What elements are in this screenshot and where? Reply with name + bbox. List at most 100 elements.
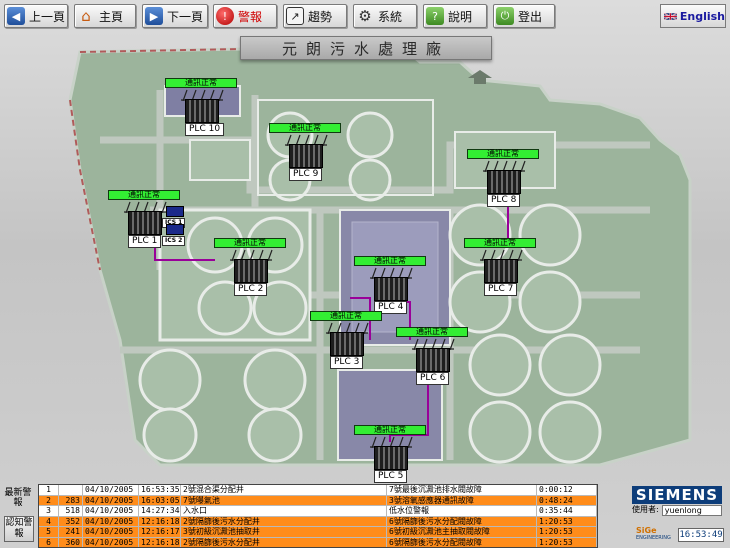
alarm-cell-desc: 低水位警報 <box>387 506 537 516</box>
plc-label-plc1: PLC 1 <box>128 235 162 248</box>
user-label: 使用者: <box>632 505 659 514</box>
alarm-cell-duration: 0:00:12 <box>537 485 597 495</box>
help-button[interactable]: ? 說明 <box>423 4 487 28</box>
alarm-row[interactable]: 1 04/10/2005 16:53:35 2號混合渠分配井 7號最後沉澱池排水閥故障 0… <box>39 485 597 496</box>
alarm-cell-location: 2號隔篩後污水分配井 <box>181 516 387 526</box>
plc-node-plc9[interactable]: 通訊正常 PLC 9 <box>269 123 349 183</box>
plc-label-plc5: PLC 5 <box>374 470 408 483</box>
alarm-cell-idx: 2 <box>39 495 59 505</box>
system-button[interactable]: ⚙ 系統 <box>353 4 417 28</box>
alarm-cell-date: 04/10/2005 <box>83 537 139 547</box>
alarm-list: 1 04/10/2005 16:53:35 2號混合渠分配井 7號最後沉澱池排水閥故障 0… <box>38 484 598 548</box>
alarm-cell-location: 入水口 <box>181 506 387 516</box>
plc-rack-icon <box>289 144 323 168</box>
alarm-cell-desc: 6號隔篩後污水分配閥故障 <box>387 516 537 526</box>
user-panel: 使用者: yuenlong <box>632 505 722 516</box>
plc-label-plc9: PLC 9 <box>289 168 323 181</box>
alarm-cell-code: 241 <box>59 527 83 537</box>
plc-node-plc3[interactable]: 通訊正常 PLC 3 <box>310 311 390 371</box>
alarm-cell-time: 16:03:05 <box>141 495 181 505</box>
alarm-row[interactable]: 3 518 04/10/2005 14:27:34 入水口 低水位警報 0:35:44 <box>39 506 597 517</box>
alarm-row[interactable]: 5 241 04/10/2005 12:16:17 3號初級沉澱池抽取井 6號初級沉澱池主… <box>39 527 597 538</box>
alarm-cell-desc: 3號溶氧感應器通訊故障 <box>387 495 537 505</box>
plc-label-plc6: PLC 6 <box>416 372 450 385</box>
alarm-cell-time: 12:16:17 <box>141 527 181 537</box>
alarm-cell-location: 7號曝氣池 <box>181 495 387 505</box>
plc-node-plc2[interactable]: 通訊正常 PLC 2 <box>214 238 294 298</box>
english-language-button[interactable]: English <box>660 4 726 28</box>
alarm-cell-idx: 5 <box>39 527 59 537</box>
plc-status-plc6: 通訊正常 <box>396 327 468 337</box>
page-title: 元朗污水處理廠 <box>240 36 492 60</box>
prev-page-label: 上一頁 <box>29 9 66 24</box>
alarm-cell-duration: 1:20:53 <box>537 537 597 547</box>
next-page-label: 下一頁 <box>167 9 204 24</box>
alarm-cell-time: 16:53:35 <box>141 485 181 495</box>
alarm-row[interactable]: 6 360 04/10/2005 12:16:18 2號隔篩後污水分配井 6號隔篩後污水分… <box>39 537 597 547</box>
alarm-cell-idx: 4 <box>39 516 59 526</box>
engineering-logo-mark: SiGe <box>636 526 657 535</box>
logout-label: 登出 <box>518 9 543 24</box>
alarm-button[interactable]: ! 警報 <box>213 4 277 28</box>
plc-rack-icon <box>416 348 450 372</box>
alarm-cell-duration: 1:20:53 <box>537 516 597 526</box>
alarm-cell-idx: 6 <box>39 537 59 547</box>
alarm-cell-time: 14:27:34 <box>141 506 181 516</box>
plc-label-plc8: PLC 8 <box>487 194 521 207</box>
gear-icon: ⚙ <box>358 7 372 25</box>
alarm-cell-code: 518 <box>59 506 83 516</box>
building <box>189 139 251 181</box>
logout-button[interactable]: ⏻ 登出 <box>493 4 555 28</box>
engineering-logo: SiGe ENGINEERING <box>636 526 676 544</box>
plc-status-plc1: 通訊正常 <box>108 190 180 200</box>
prev-page-button[interactable]: ◀ 上一頁 <box>4 4 68 28</box>
home-label: 主頁 <box>99 9 124 24</box>
alarm-cell-date: 04/10/2005 <box>83 495 139 505</box>
latest-alarm-label: 最新警報 <box>4 488 32 508</box>
alarm-cell-desc: 7號最後沉澱池排水閥故障 <box>387 485 537 495</box>
home-button[interactable]: ⌂ 主頁 <box>74 4 136 28</box>
alarm-row[interactable]: 4 352 04/10/2005 12:16:18 2號隔篩後污水分配井 6號隔篩後污水分… <box>39 516 597 527</box>
alarm-cell-desc: 6號隔篩後污水分配閥故障 <box>387 537 537 547</box>
alarm-cell-date: 04/10/2005 <box>83 527 139 537</box>
acknowledge-alarm-button[interactable]: 認知警報 <box>4 516 34 542</box>
alarm-cell-idx: 3 <box>39 506 59 516</box>
plc-status-plc5: 通訊正常 <box>354 425 426 435</box>
plc-rack-icon <box>374 446 408 470</box>
plc-rack-icon <box>487 170 521 194</box>
alarm-cell-duration: 1:20:53 <box>537 527 597 537</box>
plc-rack-icon <box>484 259 518 283</box>
left-arrow-icon: ◀ <box>7 7 25 25</box>
plc-node-plc8[interactable]: 通訊正常 PLC 8 <box>467 149 547 209</box>
alarm-row[interactable]: 2 283 04/10/2005 16:03:05 7號曝氣池 3號溶氧感應器通訊故障 0:… <box>39 495 597 506</box>
plc-status-plc10: 通訊正常 <box>165 78 237 88</box>
next-page-button[interactable]: ▶ 下一頁 <box>142 4 208 28</box>
plc-node-plc5[interactable]: 通訊正常 PLC 5 <box>354 425 434 485</box>
system-label: 系統 <box>378 9 403 24</box>
alarm-cell-date: 04/10/2005 <box>83 485 139 495</box>
alarm-cell-duration: 0:35:44 <box>537 506 597 516</box>
user-name: yuenlong <box>661 505 722 516</box>
plc-status-plc8: 通訊正常 <box>467 149 539 159</box>
house-icon: ⌂ <box>81 7 91 25</box>
trend-button[interactable]: ↗ 趨勢 <box>283 4 347 28</box>
alarm-cell-location: 2號混合渠分配井 <box>181 485 387 495</box>
plc-label-plc2: PLC 2 <box>234 283 268 296</box>
help-icon: ? <box>426 7 444 25</box>
plc-node-plc6[interactable]: 通訊正常 PLC 6 <box>396 327 476 387</box>
alarm-cell-duration: 0:48:24 <box>537 495 597 505</box>
uk-flag-icon <box>664 12 677 20</box>
english-label: English <box>679 9 725 23</box>
alarm-cell-time: 12:16:18 <box>141 537 181 547</box>
ics-node-ics2[interactable]: ICS 2 <box>162 224 192 250</box>
alarm-cell-location: 3號初級沉澱池抽取井 <box>181 527 387 537</box>
alarm-cell-code <box>59 485 83 495</box>
alarm-cell-date: 04/10/2005 <box>83 506 139 516</box>
alarm-label: 警報 <box>238 9 263 24</box>
trend-icon: ↗ <box>286 7 304 25</box>
plc-status-plc9: 通訊正常 <box>269 123 341 133</box>
plc-rack-icon <box>374 277 408 301</box>
plc-node-plc10[interactable]: 通訊正常 PLC 10 <box>165 78 245 138</box>
plc-node-plc4[interactable]: 通訊正常 PLC 4 <box>354 256 434 316</box>
plc-node-plc7[interactable]: 通訊正常 PLC 7 <box>464 238 544 298</box>
